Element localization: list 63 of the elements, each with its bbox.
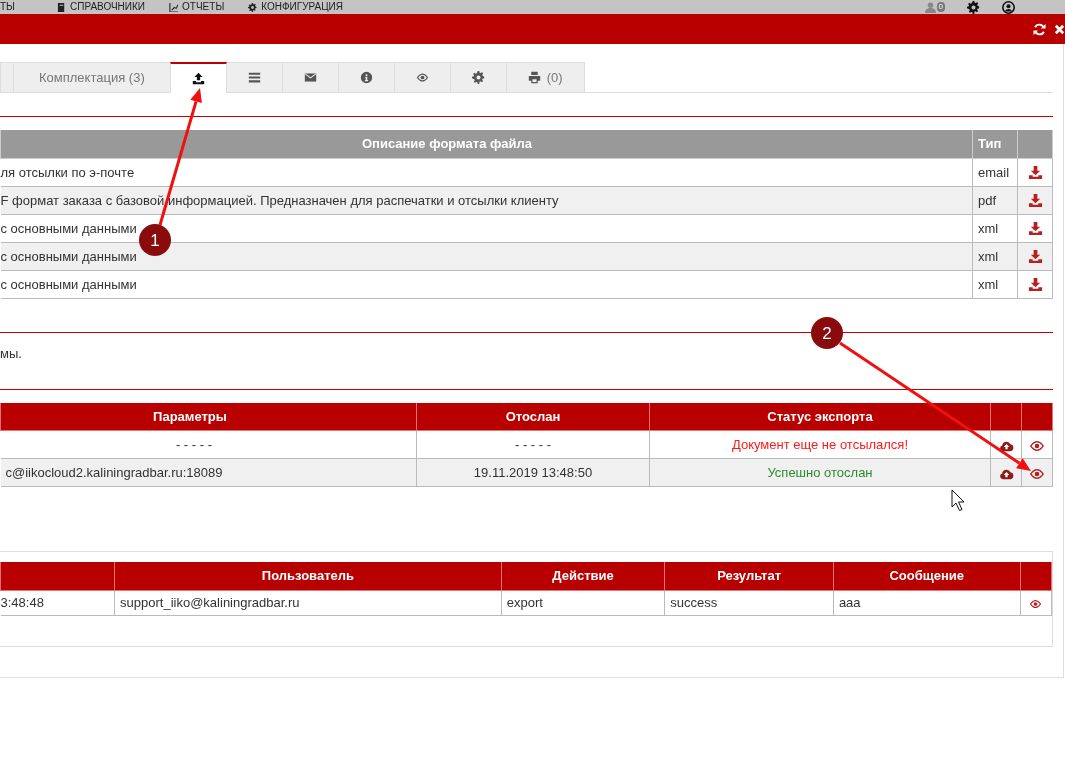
- table-cell: support_iiko@kaliningradbar.ru: [114, 590, 502, 615]
- download-icon[interactable]: [1027, 221, 1043, 237]
- download-icon[interactable]: [1027, 277, 1043, 293]
- chart-icon: [169, 2, 179, 12]
- column-header: Пользователь: [114, 562, 502, 590]
- nav-link[interactable]: КОНФИГУРАЦИЯ: [248, 1, 343, 13]
- eye-icon[interactable]: [1029, 598, 1043, 609]
- info-icon: [359, 71, 373, 84]
- gear-icon: [248, 2, 258, 12]
- list-icon: [247, 71, 261, 84]
- column-header: Параметры: [0, 402, 417, 431]
- tab[interactable]: Комплектация (3): [13, 62, 171, 92]
- table-cell: aaa: [833, 590, 1021, 615]
- nav-link[interactable]: ОТЧЕТЫ: [169, 1, 225, 13]
- note-text: мы.: [0, 345, 23, 362]
- refresh-button[interactable]: [1033, 22, 1046, 36]
- table-cell: - - - - -: [0, 430, 417, 459]
- tab[interactable]: (0): [505, 62, 585, 92]
- download-icon[interactable]: [1027, 249, 1043, 265]
- table-cell: F формат заказа с базовой информацией. Предназначен для распечатки и отсылки клиенту: [0, 186, 973, 214]
- eye-icon: [415, 71, 429, 84]
- download-icon[interactable]: [1027, 193, 1043, 209]
- cursor-icon: [951, 489, 965, 511]
- table-cell: с основными данными: [0, 270, 973, 298]
- table-cell: ля отсылки по э-почте: [0, 158, 973, 186]
- table-cell: - - - - -: [416, 430, 650, 459]
- column-header: Тип: [972, 130, 1018, 158]
- upload-icon: [191, 72, 205, 85]
- table-cell: xml: [972, 270, 1018, 298]
- column-header: Результат: [664, 562, 834, 590]
- column-header: Отослан: [416, 402, 650, 431]
- column-header: Описание формата файла: [0, 130, 973, 158]
- column-header: Сообщение: [833, 562, 1021, 590]
- table-cell: xml: [972, 214, 1018, 242]
- nav-link[interactable]: СПРАВОЧНИКИ: [56, 1, 146, 13]
- table-cell: Успешно отослан: [649, 458, 991, 487]
- column-header: Действие: [501, 562, 665, 590]
- nav-link[interactable]: ТЫ: [0, 1, 15, 13]
- table-cell: success: [664, 590, 834, 615]
- eye-icon[interactable]: [1029, 439, 1045, 452]
- download-icon[interactable]: [1027, 165, 1043, 181]
- header-cell: [1017, 130, 1053, 158]
- table-cell: 3:48:48: [0, 590, 115, 615]
- header-cell: [1021, 402, 1053, 431]
- settings-icon[interactable]: [967, 0, 980, 14]
- avatar-icon[interactable]: [1002, 0, 1015, 14]
- eye-icon[interactable]: [1029, 467, 1045, 480]
- envelope-icon: [303, 71, 317, 84]
- notification-badge: 0: [936, 2, 945, 12]
- header-cell: [990, 402, 1022, 431]
- table-cell: 19.11.2019 13:48:50: [416, 458, 650, 487]
- table-cell: export: [501, 590, 665, 615]
- table-cell: email: [972, 158, 1018, 186]
- tab[interactable]: [169, 62, 227, 93]
- settings-icon: [471, 71, 485, 84]
- close-button[interactable]: [1054, 22, 1065, 36]
- printer-icon: [527, 71, 541, 84]
- table-cell: Документ еще не отсылался!: [649, 430, 991, 459]
- header-cell: [1020, 562, 1052, 590]
- step-marker: 2: [811, 317, 843, 349]
- book-icon: [56, 2, 66, 12]
- table-cell: c@iikocloud2.kaliningradbar.ru:18089: [0, 458, 417, 487]
- column-header: Статус экспорта: [649, 402, 991, 431]
